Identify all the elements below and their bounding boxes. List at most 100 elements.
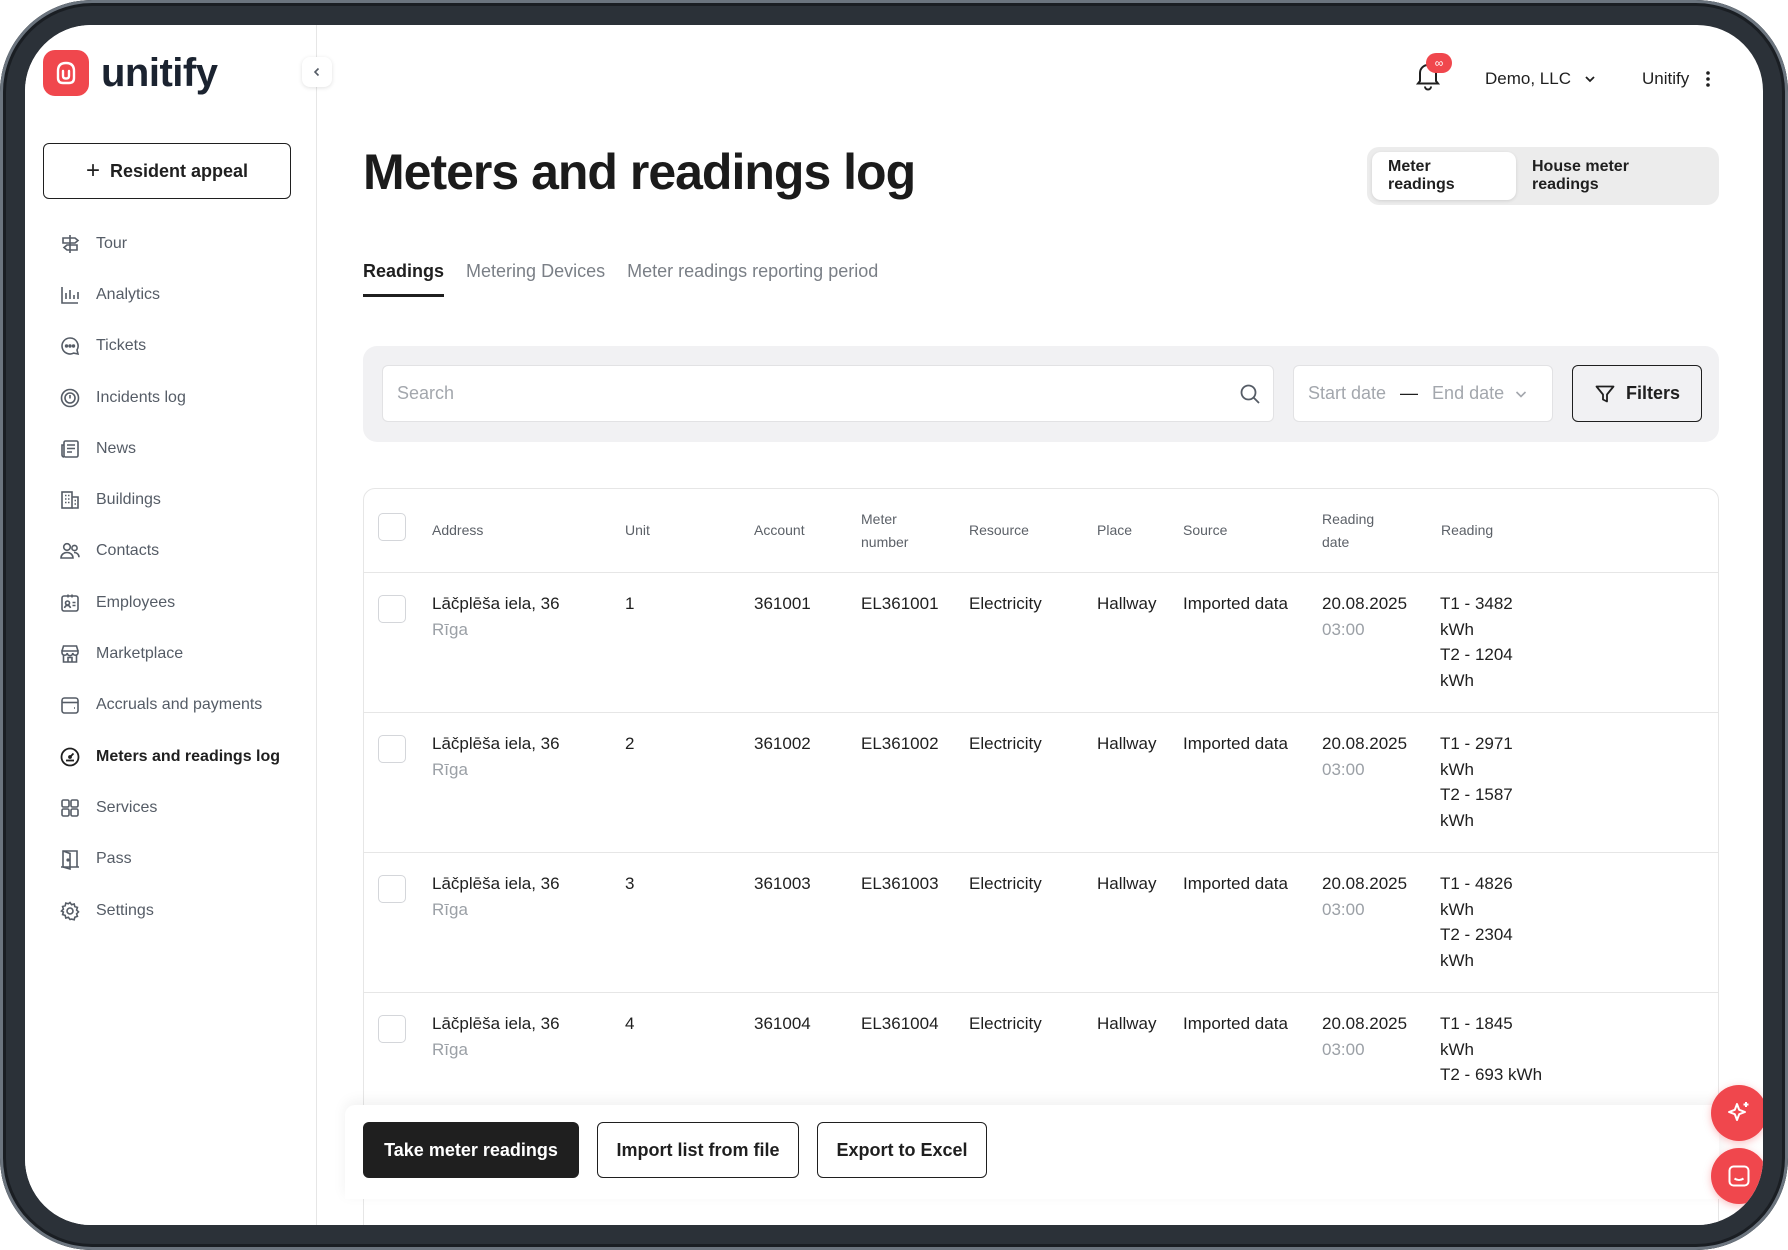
sidebar-item-buildings[interactable]: Buildings	[59, 474, 309, 525]
chat-icon	[1728, 1165, 1750, 1187]
column-header-address[interactable]: Address	[432, 519, 483, 542]
column-header-line: date	[1322, 534, 1350, 550]
search-icon	[1240, 384, 1260, 404]
search-input[interactable]	[397, 383, 1217, 404]
time-text: 03:00	[1322, 759, 1365, 779]
column-header-reading-date[interactable]: Reading date	[1322, 508, 1374, 554]
cell-source: Imported data	[1183, 874, 1288, 893]
sidebar-item-accruals[interactable]: Accruals and payments	[59, 680, 309, 731]
reading-line: T1 - 3482	[1440, 594, 1513, 613]
user-name: Unitify	[1642, 69, 1690, 88]
signpost-icon	[59, 233, 81, 255]
date-range-picker[interactable]: Start date — End date	[1293, 365, 1553, 422]
reading-line: T2 - 1204	[1440, 645, 1513, 664]
sidebar-item-employees[interactable]: Employees	[59, 577, 309, 628]
wallet-icon	[59, 694, 81, 716]
cell-unit: 3	[625, 874, 635, 893]
cell-account: 361003	[754, 874, 811, 893]
cell-place: Hallway	[1097, 1014, 1157, 1033]
export-excel-button[interactable]: Export to Excel	[817, 1122, 987, 1178]
sidebar-item-incidents[interactable]: Incidents log	[59, 372, 309, 423]
sidebar-item-tour[interactable]: Tour	[59, 218, 309, 269]
app-screen: unitify + Resident appeal Tour Analytics…	[25, 25, 1763, 1225]
cell-reading-date: 20.08.2025 03:00	[1322, 871, 1407, 922]
column-header-reading[interactable]: Reading	[1441, 519, 1493, 542]
ai-assistant-button[interactable]	[1711, 1085, 1763, 1141]
bar-chart-icon	[59, 284, 81, 306]
chevron-left-icon	[313, 67, 320, 77]
row-checkbox[interactable]	[378, 595, 406, 623]
cell-meter-number: EL361004	[861, 1014, 939, 1033]
sidebar-item-marketplace[interactable]: Marketplace	[59, 628, 309, 679]
cell-meter-number: EL361001	[861, 594, 939, 613]
date-separator: —	[1400, 383, 1419, 403]
reading-line: kWh	[1440, 1039, 1474, 1059]
organization-select[interactable]: Demo, LLC	[1485, 69, 1597, 89]
tab-reporting-period[interactable]: Meter readings reporting period	[627, 261, 878, 305]
logo-text: unitify	[101, 50, 218, 95]
column-header-source[interactable]: Source	[1183, 519, 1227, 542]
chat-support-button[interactable]	[1711, 1148, 1763, 1204]
address-text: Lāčplēša iela, 36	[432, 734, 560, 753]
cell-account: 361004	[754, 1014, 811, 1033]
segment-house-meter-readings[interactable]: House meter readings	[1516, 152, 1714, 200]
resident-appeal-button[interactable]: + Resident appeal	[43, 143, 291, 199]
sidebar-item-label: Services	[96, 798, 158, 816]
time-text: 03:00	[1322, 899, 1365, 919]
reading-line: kWh	[1440, 810, 1474, 830]
sidebar-item-news[interactable]: News	[59, 423, 309, 474]
row-checkbox[interactable]	[378, 1015, 406, 1043]
tabs: Readings Metering Devices Meter readings…	[363, 261, 900, 305]
tab-readings[interactable]: Readings	[363, 261, 445, 305]
sidebar-item-label: Buildings	[96, 491, 161, 509]
alert-circle-icon	[59, 387, 81, 409]
filters-button[interactable]: Filters	[1572, 365, 1702, 422]
sidebar-item-settings[interactable]: Settings	[59, 885, 309, 936]
column-header-account[interactable]: Account	[754, 519, 805, 542]
take-meter-readings-button[interactable]: Take meter readings	[363, 1122, 579, 1178]
table-row[interactable]: Lāčplēša iela, 36 Rīga 3 361003 EL361003 …	[364, 853, 1718, 993]
cell-resource: Electricity	[969, 874, 1042, 893]
app-logo[interactable]: unitify	[43, 50, 218, 96]
column-header-unit[interactable]: Unit	[625, 519, 650, 542]
date-text: 20.08.2025	[1322, 1014, 1408, 1033]
date-text: 20.08.2025	[1322, 594, 1408, 613]
cell-address: Lāčplēša iela, 36 Rīga	[432, 1011, 560, 1062]
table-row[interactable]: Lāčplēša iela, 36 Rīga 1 361001 EL361001 …	[364, 573, 1718, 713]
logo-icon	[43, 50, 89, 96]
sidebar-item-analytics[interactable]: Analytics	[59, 269, 309, 320]
segment-meter-readings[interactable]: Meter readings	[1372, 152, 1516, 200]
resident-appeal-label: Resident appeal	[109, 160, 249, 181]
row-checkbox[interactable]	[378, 875, 406, 903]
sidebar-item-label: Incidents log	[96, 388, 186, 406]
grid-icon	[59, 797, 81, 819]
reading-line: kWh	[1440, 899, 1474, 919]
city-text: Rīga	[432, 619, 468, 639]
cell-place: Hallway	[1097, 734, 1157, 753]
cell-reading-date: 20.08.2025 03:00	[1322, 591, 1407, 642]
table-row[interactable]: Lāčplēša iela, 36 Rīga 2 361002 EL361002 …	[364, 713, 1718, 853]
sidebar-item-services[interactable]: Services	[59, 782, 309, 833]
cell-reading-date: 20.08.2025 03:00	[1322, 731, 1407, 782]
page-title: Meters and readings log	[363, 144, 916, 200]
date-text: 20.08.2025	[1322, 874, 1408, 893]
sidebar-item-meters[interactable]: Meters and readings log	[59, 731, 309, 782]
reading-line: T1 - 2971	[1440, 734, 1513, 753]
column-header-place[interactable]: Place	[1097, 519, 1132, 542]
column-header-resource[interactable]: Resource	[969, 519, 1029, 542]
row-checkbox[interactable]	[378, 735, 406, 763]
select-all-checkbox[interactable]	[378, 513, 406, 541]
column-header-meter-number[interactable]: Meter number	[861, 508, 908, 554]
sidebar-item-tickets[interactable]: Tickets	[59, 321, 309, 372]
start-date-placeholder: Start date	[1308, 383, 1387, 403]
time-text: 03:00	[1322, 1039, 1365, 1059]
sidebar-item-pass[interactable]: Pass	[59, 834, 309, 885]
sidebar-item-label: Employees	[96, 593, 176, 611]
user-menu[interactable]: Unitify	[1642, 69, 1711, 89]
sidebar-item-contacts[interactable]: Contacts	[59, 526, 309, 577]
plus-icon: +	[85, 157, 100, 184]
import-list-button[interactable]: Import list from file	[597, 1122, 799, 1178]
collapse-sidebar-button[interactable]	[302, 57, 332, 87]
sidebar-item-label: Tour	[96, 234, 128, 252]
tab-metering-devices[interactable]: Metering Devices	[466, 261, 605, 305]
